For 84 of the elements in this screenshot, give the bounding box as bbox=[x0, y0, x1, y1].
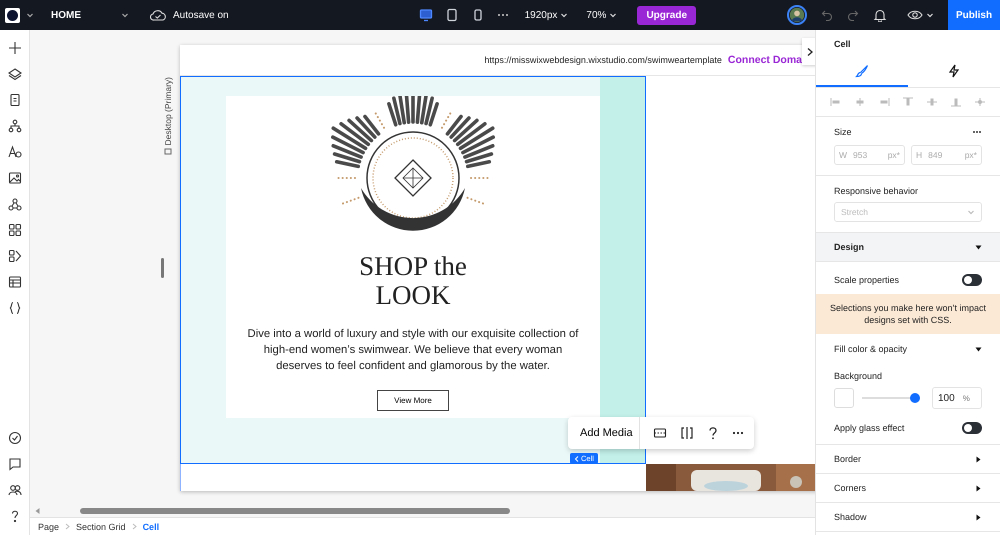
layout-icon[interactable] bbox=[652, 426, 667, 440]
check-circle-icon[interactable] bbox=[8, 431, 22, 445]
field-label: Background bbox=[834, 371, 884, 381]
breadcrumb-item[interactable]: Page bbox=[38, 522, 60, 532]
width-selector[interactable]: 1920px bbox=[524, 10, 558, 20]
monitor-icon[interactable] bbox=[418, 8, 433, 22]
scroll-left-icon[interactable] bbox=[35, 508, 40, 514]
field-label: Responsive behavior bbox=[834, 186, 920, 196]
chevron-down-icon[interactable] bbox=[560, 11, 568, 19]
connect-domain-link[interactable]: Connect Doma bbox=[728, 54, 815, 66]
more-icon[interactable] bbox=[496, 12, 509, 18]
scrollbar-thumb[interactable] bbox=[80, 508, 510, 514]
toggle-switch[interactable] bbox=[962, 422, 982, 434]
apps-grid-icon[interactable] bbox=[8, 223, 22, 237]
people-icon[interactable] bbox=[8, 483, 22, 497]
brush-icon[interactable] bbox=[855, 64, 869, 78]
more-icon[interactable] bbox=[972, 130, 982, 134]
toggle-switch[interactable] bbox=[962, 274, 982, 286]
slider-thumb[interactable] bbox=[910, 393, 920, 403]
sitemap-icon[interactable] bbox=[8, 119, 22, 133]
chat-icon[interactable] bbox=[8, 457, 22, 471]
triangle-right-icon[interactable] bbox=[975, 484, 982, 492]
resize-handle[interactable] bbox=[161, 258, 164, 278]
css-notice: Selections you make here won’t impact designs set with CSS. bbox=[816, 294, 1000, 334]
site-url: https://misswixwebdesign.wixstudio.com/swimweartemplate bbox=[484, 55, 722, 65]
breakpoint-label: Desktop (Primary) bbox=[163, 77, 173, 146]
collapse-button[interactable] bbox=[802, 38, 815, 65]
setting-label: Fill color & opacity bbox=[834, 344, 908, 354]
eye-icon[interactable] bbox=[907, 9, 923, 21]
chevron-left-icon[interactable] bbox=[574, 456, 579, 462]
view-more-button[interactable]: View More bbox=[377, 390, 449, 411]
setting-label: Scale properties bbox=[834, 275, 900, 285]
undo-icon[interactable] bbox=[821, 9, 833, 21]
triangle-down-icon[interactable] bbox=[975, 244, 982, 250]
apps-add-icon[interactable] bbox=[8, 249, 22, 263]
add-media-button[interactable]: Add Media bbox=[568, 417, 640, 449]
chevron-down-icon[interactable] bbox=[121, 11, 129, 19]
triangle-right-icon[interactable] bbox=[975, 514, 982, 520]
chevron-right-icon bbox=[132, 523, 137, 530]
section-label: Size bbox=[834, 127, 852, 137]
chevron-right-icon bbox=[65, 523, 70, 530]
triangle-right-icon[interactable] bbox=[975, 456, 982, 462]
cloud-check-icon bbox=[149, 8, 167, 22]
upgrade-button[interactable]: Upgrade bbox=[637, 6, 696, 24]
autosave-status: Autosave on bbox=[173, 10, 229, 20]
description-text: Dive into a world of luxury and style with our exquisite collection of high-end women’s swimwear. We believe that every woman deserves to feel confident and glamorous by the water. bbox=[246, 327, 580, 374]
zoom-selector[interactable]: 70% bbox=[586, 10, 606, 20]
table-icon[interactable] bbox=[8, 275, 22, 289]
chevron-down-icon[interactable] bbox=[609, 11, 618, 19]
avatar[interactable] bbox=[787, 5, 807, 25]
more-icon[interactable] bbox=[732, 430, 744, 436]
design-section-header[interactable]: Design bbox=[816, 233, 1000, 262]
text-style-icon[interactable] bbox=[8, 145, 22, 159]
page-selector[interactable]: HOME bbox=[51, 10, 81, 20]
help-icon[interactable] bbox=[706, 426, 719, 440]
site-logo[interactable] bbox=[5, 8, 20, 22]
section-label[interactable]: Shadow bbox=[834, 512, 867, 522]
breadcrumb-item[interactable]: Cell bbox=[142, 522, 160, 532]
selected-cell[interactable] bbox=[180, 76, 646, 464]
lightning-icon[interactable] bbox=[948, 64, 960, 78]
chevron-down-icon[interactable] bbox=[926, 11, 934, 19]
plus-icon[interactable] bbox=[8, 41, 22, 55]
chevron-down-icon[interactable] bbox=[26, 11, 34, 19]
chevron-right-icon[interactable] bbox=[806, 46, 814, 56]
triangle-down-icon[interactable] bbox=[975, 346, 982, 352]
image-icon[interactable] bbox=[8, 171, 22, 185]
layers-icon[interactable] bbox=[8, 67, 22, 81]
bell-icon[interactable] bbox=[873, 8, 887, 22]
tablet-icon[interactable] bbox=[444, 8, 459, 22]
opacity-field[interactable]: 100 % bbox=[932, 387, 982, 409]
nodes-icon[interactable] bbox=[8, 197, 22, 211]
publish-button[interactable]: Publish bbox=[948, 0, 1000, 30]
page-icon[interactable] bbox=[8, 93, 22, 107]
split-icon[interactable] bbox=[680, 426, 694, 440]
setting-label: Apply glass effect bbox=[834, 423, 904, 433]
section-label[interactable]: Corners bbox=[834, 483, 866, 493]
desktop-icon bbox=[164, 148, 172, 156]
panel-title: Cell bbox=[833, 38, 852, 51]
heading: SHOP the LOOK bbox=[358, 252, 468, 310]
section-label[interactable]: Border bbox=[834, 454, 862, 464]
color-swatch[interactable] bbox=[834, 388, 854, 408]
redo-icon[interactable] bbox=[847, 9, 859, 21]
code-braces-icon[interactable] bbox=[8, 301, 22, 315]
breadcrumb-item[interactable]: Section Grid bbox=[76, 522, 126, 532]
